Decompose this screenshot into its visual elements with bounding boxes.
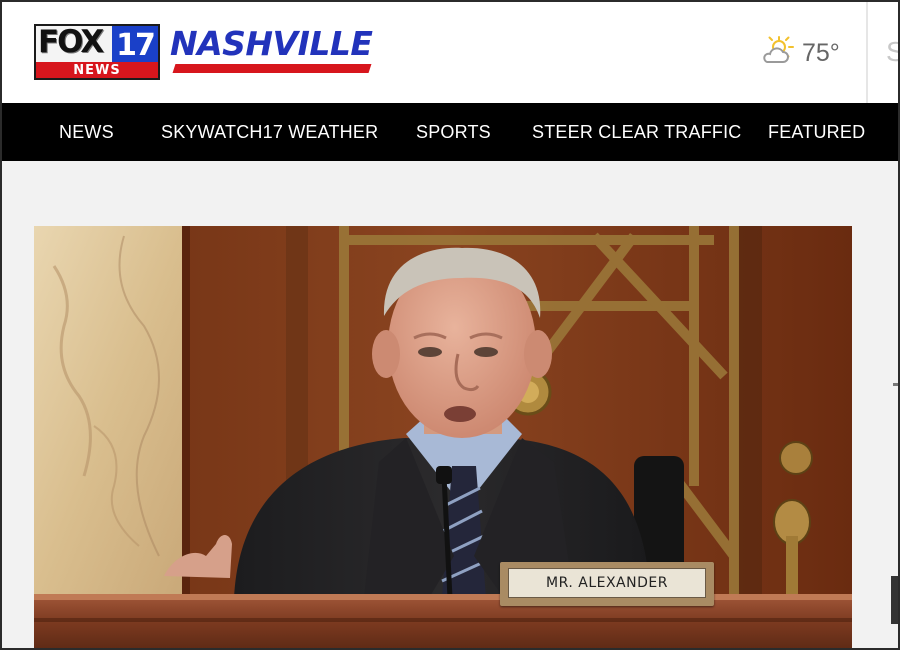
fox17-logo-mark: FOX 17 NEWS — [34, 24, 160, 80]
weather-widget[interactable]: 75° — [760, 34, 840, 73]
hero-photo-senator — [34, 226, 852, 650]
truncated-header-item[interactable]: S — [886, 36, 900, 68]
hero-image[interactable]: MR. ALEXANDER — [34, 226, 852, 650]
side-scroll-tab[interactable] — [891, 576, 900, 624]
main-nav: NEWS SKYWATCH17 WEATHER SPORTS STEER CLE… — [0, 103, 900, 161]
main-content: MR. ALEXANDER — [0, 161, 900, 650]
header-divider — [866, 0, 868, 103]
nav-item-traffic[interactable]: STEER CLEAR TRAFFIC — [532, 103, 742, 161]
nameplate-holder: MR. ALEXANDER — [500, 562, 714, 606]
temperature-readout: 75° — [802, 39, 840, 67]
nav-item-weather[interactable]: SKYWATCH17 WEATHER — [161, 103, 378, 161]
nav-item-featured[interactable]: FEATURED — [768, 103, 865, 161]
logo-city-text: NASHVILLE — [170, 24, 373, 63]
logo-news-strip: NEWS — [36, 62, 158, 78]
partly-cloudy-icon — [760, 34, 794, 73]
logo-city-underline — [172, 64, 372, 73]
nav-item-news[interactable]: NEWS — [59, 103, 114, 161]
logo-fox-text: FOX — [38, 24, 104, 60]
nav-item-sports[interactable]: SPORTS — [416, 103, 491, 161]
logo-city: NASHVILLE — [170, 24, 373, 73]
nameplate-text: MR. ALEXANDER — [508, 568, 706, 598]
station-logo[interactable]: FOX 17 NEWS NASHVILLE — [34, 24, 373, 80]
logo-number: 17 — [112, 26, 158, 64]
site-header: FOX 17 NEWS NASHVILLE 75° S — [0, 0, 900, 103]
edge-indicator — [893, 383, 898, 386]
